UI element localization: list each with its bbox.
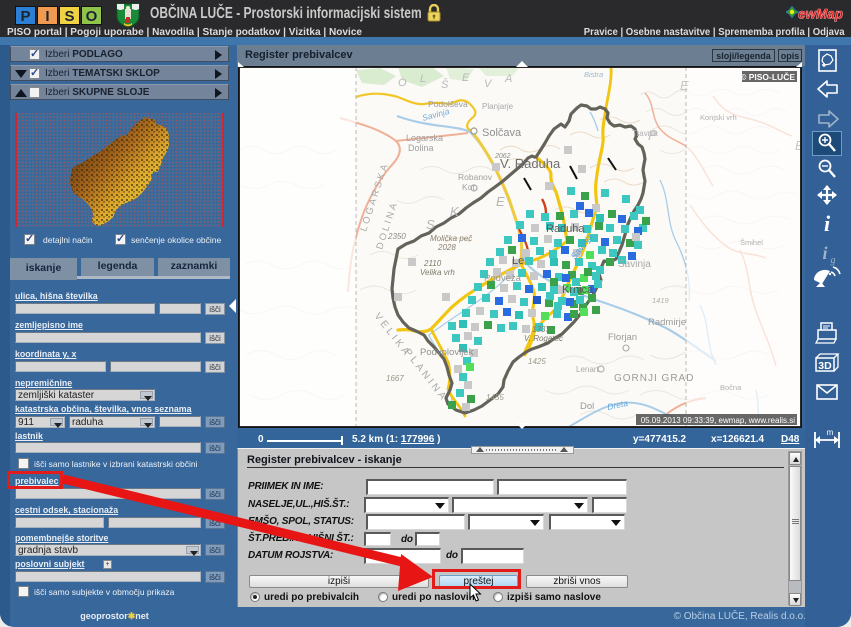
svg-text:2028: 2028 [437, 243, 456, 252]
svg-text:Solčava: Solčava [482, 127, 522, 139]
svg-text:3D: 3D [818, 360, 832, 372]
svg-text:1337: 1337 [532, 325, 550, 334]
svg-text:GORNJI GRAD: GORNJI GRAD [614, 373, 694, 384]
svg-text:Florjan: Florjan [608, 332, 637, 343]
svg-text:05.09.2013 09:33:39, ewmap, ww: 05.09.2013 09:33:39, ewmap, www.realis.s… [641, 416, 796, 425]
svg-text:Robanov: Robanov [458, 172, 493, 182]
svg-text:Radmirje: Radmirje [648, 317, 686, 328]
svg-text:1455: 1455 [486, 393, 504, 402]
svg-text:Š: Š [441, 78, 449, 91]
svg-text:Velika vrh: Velika vrh [420, 268, 455, 277]
svg-text:Bistra: Bistra [584, 70, 603, 79]
svg-text:L: L [420, 73, 426, 85]
svg-text:Podveža: Podveža [484, 273, 522, 284]
svg-text:2062: 2062 [494, 153, 511, 160]
svg-text:2110: 2110 [423, 259, 442, 268]
svg-text:Krnica: Krnica [562, 284, 594, 296]
svg-text:g: g [831, 255, 836, 266]
svg-text:Lenart: Lenart [576, 365, 599, 374]
svg-text:1419: 1419 [652, 296, 670, 305]
svg-text:Logarska: Logarska [406, 133, 443, 143]
svg-text:E: E [462, 72, 470, 84]
svg-text:ewMap: ewMap [798, 7, 843, 22]
svg-text:Planjarje: Planjarje [482, 102, 514, 111]
svg-text:E: E [680, 78, 689, 93]
svg-text:Le: Le [512, 255, 524, 267]
svg-text:Konjski vrh: Konjski vrh [700, 113, 737, 122]
svg-text:Dol: Dol [580, 401, 594, 412]
svg-text:© PISO-LUČE: © PISO-LUČE [740, 71, 795, 82]
svg-text:i: i [822, 243, 827, 263]
svg-text:Bočna: Bočna [720, 383, 742, 392]
svg-text:Podvolovljek: Podvolovljek [420, 347, 474, 358]
svg-text:V. Rogatec: V. Rogatec [524, 334, 563, 343]
svg-text:E: E [496, 194, 505, 209]
svg-text:Raduha: Raduha [546, 223, 585, 235]
svg-text:Travnik: Travnik [632, 129, 659, 138]
svg-text:Šmihel: Šmihel [740, 238, 763, 247]
svg-text:Savinja: Savinja [618, 259, 651, 270]
svg-text:Molička peč: Molička peč [430, 234, 472, 243]
svg-text:1667: 1667 [386, 374, 404, 383]
svg-text:O: O [398, 77, 407, 89]
svg-text:S: S [426, 217, 435, 232]
svg-text:m: m [827, 428, 834, 437]
svg-text:i: i [824, 211, 831, 236]
svg-text:K: K [450, 204, 460, 219]
svg-text:Dolina: Dolina [408, 143, 434, 153]
svg-text:A: A [504, 73, 512, 85]
svg-text:1425: 1425 [528, 357, 546, 366]
